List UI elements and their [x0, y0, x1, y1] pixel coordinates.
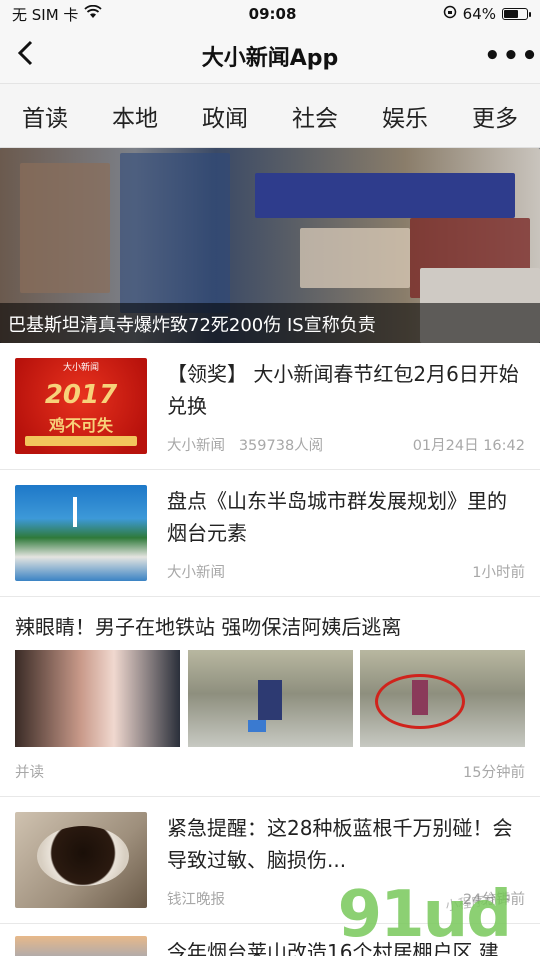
- tab-society[interactable]: 社会: [288, 91, 342, 141]
- news-title: 紧急提醒：这28种板蓝根千万别碰！会导致过敏、脑损伤...: [167, 816, 513, 872]
- tab-shoudu[interactable]: 首读: [18, 91, 72, 141]
- back-chevron-icon: [17, 40, 33, 65]
- battery-icon: [502, 8, 531, 20]
- tab-local[interactable]: 本地: [108, 91, 162, 141]
- clock: 09:08: [248, 5, 297, 23]
- status-bar: 无 SIM 卡 09:08 64%: [0, 0, 540, 28]
- news-image-1: [15, 650, 180, 747]
- carrier-label: 无 SIM 卡: [12, 5, 79, 24]
- news-item[interactable]: 盘点《山东半岛城市群发展规划》里的烟台元素 大小新闻 1小时前: [0, 470, 540, 597]
- news-item-multi-image[interactable]: 辣眼睛！男子在地铁站 强吻保洁阿姨后逃离 并读 15分钟前: [0, 597, 540, 797]
- news-thumbnail: [15, 936, 147, 956]
- news-image-2: [187, 650, 353, 747]
- news-title: 盘点《山东半岛城市群发展规划》里的烟台元素: [167, 489, 507, 545]
- hero-banner[interactable]: 巴基斯坦清真寺爆炸致72死200伤 IS宣称负责: [0, 148, 540, 343]
- tab-politics[interactable]: 政闻: [198, 91, 252, 141]
- wifi-icon: [84, 4, 103, 23]
- news-thumbnail: [15, 812, 147, 908]
- watermark-logo: 91ud: [337, 878, 512, 952]
- news-time: 15分钟前: [463, 765, 525, 781]
- tab-more[interactable]: 更多: [468, 91, 522, 141]
- back-button[interactable]: [16, 40, 56, 72]
- news-thumbnail: 大小新闻 2017 鸡不可失: [15, 358, 147, 454]
- app-title: 大小新闻App: [201, 45, 339, 71]
- news-title: 【领奖】 大小新闻春节红包2月6日开始兑换: [167, 362, 519, 418]
- news-image-3: [360, 650, 525, 747]
- tab-entertainment[interactable]: 娱乐: [378, 91, 432, 141]
- news-source: 大小新闻: [167, 565, 225, 581]
- orientation-lock-icon: [443, 5, 457, 23]
- category-tabs: 首读 本地 政闻 社会 娱乐 更多: [0, 84, 540, 148]
- news-source: 并读: [15, 765, 44, 781]
- battery-percent: 64%: [462, 5, 496, 23]
- news-title: 辣眼睛！男子在地铁站 强吻保洁阿姨后逃离: [15, 615, 402, 639]
- news-item[interactable]: 大小新闻 2017 鸡不可失 【领奖】 大小新闻春节红包2月6日开始兑换 大小新…: [0, 343, 540, 470]
- news-source: 大小新闻: [167, 438, 225, 454]
- news-time: 1小时前: [472, 565, 525, 581]
- more-menu-button[interactable]: •••: [484, 41, 538, 71]
- news-reads: 359738人阅: [238, 438, 324, 454]
- news-time: 01月24日 16:42: [412, 438, 525, 454]
- news-thumbnail: [15, 485, 147, 581]
- news-source: 钱江晚报: [167, 892, 225, 908]
- hero-caption: 巴基斯坦清真寺爆炸致72死200伤 IS宣称负责: [0, 303, 540, 343]
- navigation-bar: 大小新闻App •••: [0, 28, 540, 84]
